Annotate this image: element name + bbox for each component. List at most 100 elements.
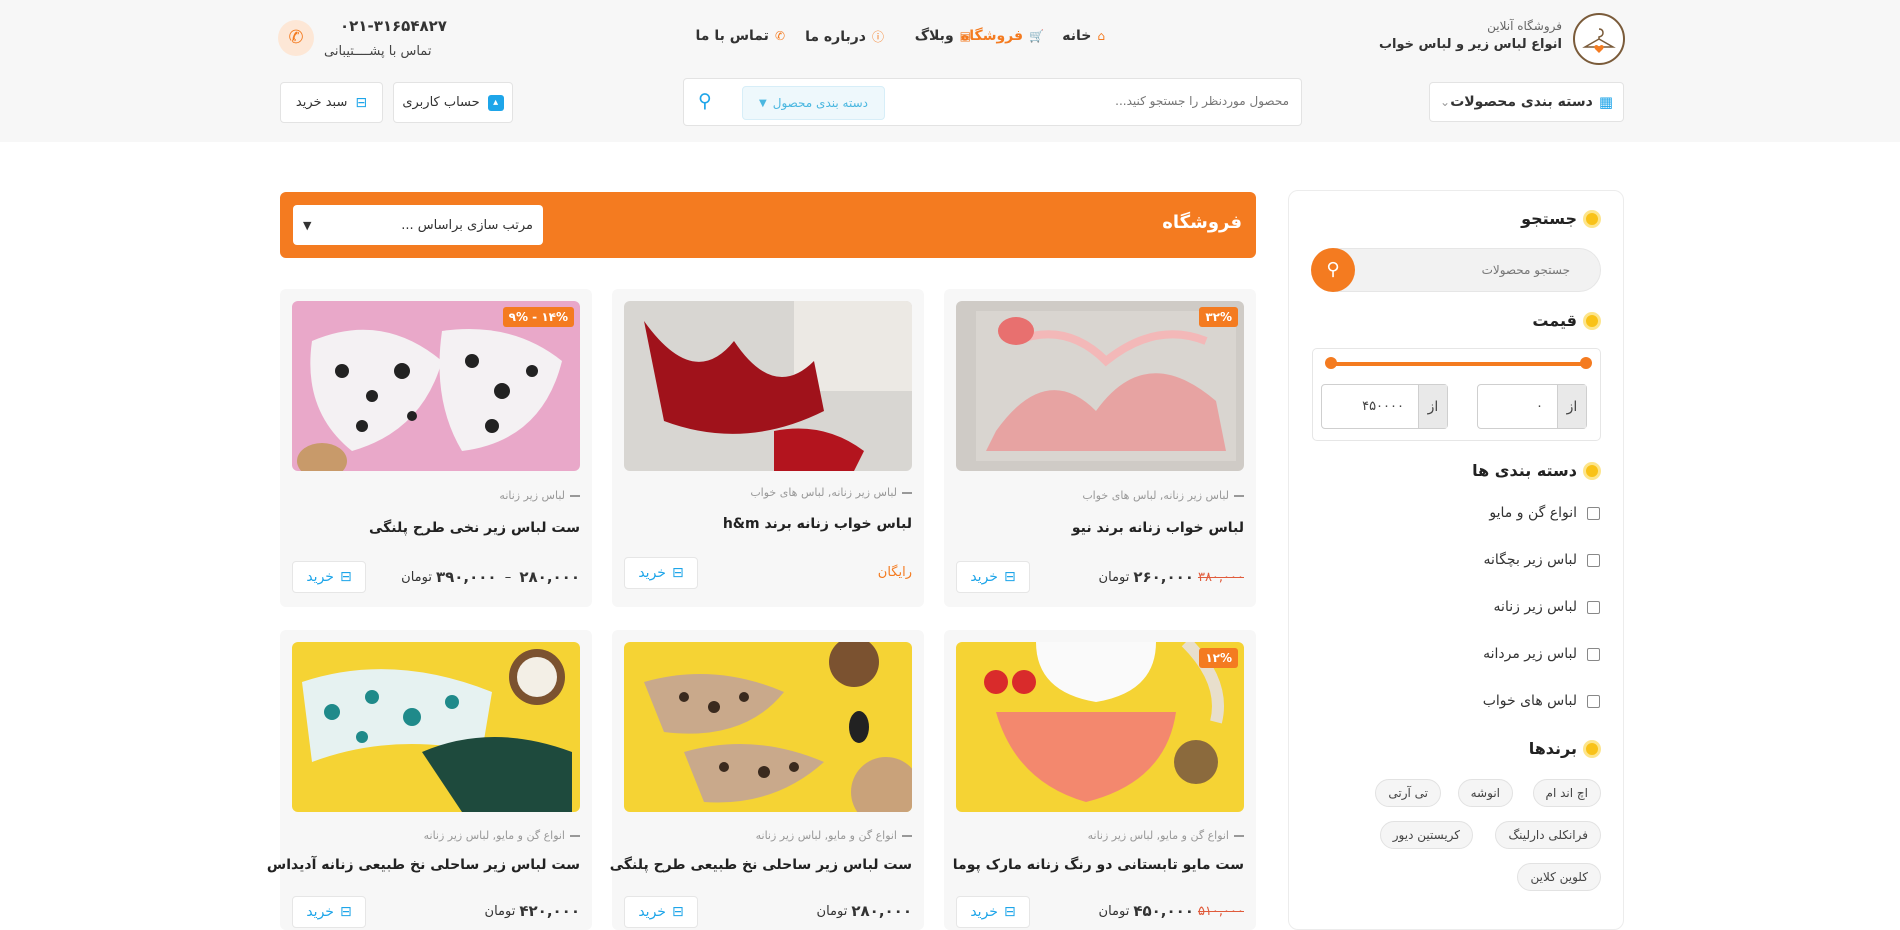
sort-select[interactable]: مرتب سازی براساس ... ▼ <box>293 205 543 245</box>
discount-badge: ۹% - ۱۴% <box>502 307 574 327</box>
basket-icon: ⊟ <box>339 904 352 920</box>
site-header: فروشگاه آنلاین انواع لباس زیر و لباس خوا… <box>0 0 1900 142</box>
shop-header-bar: فروشگاه مرتب سازی براساس ... ▼ <box>280 192 1256 258</box>
product-image[interactable]: ۳۲% <box>956 301 1244 471</box>
brand-tag[interactable]: کریستین دیور <box>1379 821 1473 849</box>
price-slider-max-handle[interactable] <box>1580 357 1592 369</box>
support-caption: تماس با پشــــتیبانی <box>324 44 432 59</box>
product-image[interactable]: ۱۲% <box>956 642 1244 812</box>
checkbox[interactable] <box>1587 553 1600 567</box>
product-category[interactable]: انواع گن و مایو, لباس زیر زنانه <box>424 829 580 842</box>
product-title[interactable]: ست لباس زیر نخی طرح پلنگی <box>369 520 580 536</box>
category-filter-item[interactable]: لباس زیر مردانه <box>1483 646 1600 662</box>
checkbox[interactable] <box>1587 694 1600 708</box>
price-min-input[interactable]: از ۰ <box>1477 384 1587 429</box>
nav-blog[interactable]: ▤ وبلاگ <box>915 28 971 44</box>
price-max-input[interactable]: از ۴۵۰۰۰۰ <box>1321 384 1448 429</box>
product-card[interactable]: ۱۲% انواع گن و مایو, لباس زیر زنانه ست م… <box>944 630 1256 930</box>
category-filter-item[interactable]: انواع گن و مایو <box>1489 505 1600 521</box>
red-lingerie-photo <box>624 301 912 471</box>
price-slider-min-handle[interactable] <box>1325 357 1337 369</box>
product-category[interactable]: لباس زیر زنانه, لباس های خواب <box>750 486 912 499</box>
buy-button[interactable]: ⊟ خرید <box>956 561 1030 593</box>
search-icon: ⚲ <box>1326 259 1340 280</box>
support-phone[interactable]: ۰۲۱-۳۱۶۵۴۸۲۷ <box>340 17 447 35</box>
grid-icon: ▦ <box>1598 93 1613 111</box>
search-widget-title: جستجو <box>1521 209 1601 228</box>
sun-icon <box>1583 311 1601 330</box>
category-filter-item[interactable]: لباس های خواب <box>1483 693 1600 709</box>
product-category[interactable]: لباس زیر زنانه, لباس های خواب <box>1082 489 1244 502</box>
product-title[interactable]: ست لباس زیر ساحلی نخ طبیعی طرح پلنگی <box>610 857 912 873</box>
product-price: ۲۸۰,۰۰۰ تومان <box>816 902 912 920</box>
buy-button[interactable]: ⊟ خرید <box>292 561 366 593</box>
product-title[interactable]: لباس خواب زنانه برند نیو <box>1072 520 1244 536</box>
buy-button[interactable]: ⊟ خرید <box>624 896 698 928</box>
brand-tag[interactable]: فرانکلی دارلینگ <box>1495 821 1601 849</box>
brands-widget-title: برندها <box>1529 739 1601 758</box>
sidebar-search-button[interactable]: ⚲ <box>1311 248 1355 292</box>
product-title[interactable]: ست مایو تابستانی دو رنگ زنانه مارک پوما <box>953 857 1244 873</box>
header-search-input[interactable] <box>989 94 1289 108</box>
brand-tag[interactable]: اچ اند ام <box>1532 779 1601 807</box>
categories-menu-button[interactable]: ▦ دسته بندی محصولات ⌄ <box>1429 82 1624 122</box>
product-price: ۴۲۰,۰۰۰ تومان <box>484 902 580 920</box>
buy-button[interactable]: ⊟ خرید <box>292 896 366 928</box>
cart-button[interactable]: ⊟ سبد خرید <box>280 82 383 123</box>
checkbox[interactable] <box>1587 506 1600 520</box>
product-title[interactable]: ست لباس زیر ساحلی نخ طبیعی زنانه آدیداس <box>267 857 580 873</box>
product-category[interactable]: انواع گن و مایو, لباس زیر زنانه <box>1088 829 1244 842</box>
price-slider-track[interactable] <box>1329 362 1586 366</box>
product-card[interactable]: ۹% - ۱۴% لباس زیر زنانه ست لباس زیر نخی … <box>280 289 592 607</box>
basket-icon: ⊟ <box>671 904 684 920</box>
price-widget-title: قیمت <box>1532 311 1601 330</box>
discount-badge: ۳۲% <box>1199 307 1238 327</box>
nav-about[interactable]: ⓘ درباره ما <box>805 28 884 45</box>
product-title[interactable]: لباس خواب زنانه برند h&m <box>723 516 912 532</box>
nav-home[interactable]: ⌂ خانه <box>1062 28 1105 44</box>
buy-button[interactable]: ⊟ خرید <box>624 557 698 589</box>
phone-icon: ✆ <box>774 29 785 43</box>
site-logo[interactable] <box>1573 13 1625 65</box>
header-search: دسته بندی محصول ▼ ⚲ <box>683 78 1302 126</box>
brand-tag[interactable]: انوشه <box>1457 779 1513 807</box>
product-card[interactable]: انواع گن و مایو, لباس زیر زنانه ست لباس … <box>267 630 592 930</box>
categories-widget-title: دسته بندی ها <box>1472 461 1601 480</box>
sun-icon <box>1583 461 1601 480</box>
phone-call-icon[interactable]: ✆ <box>278 20 314 56</box>
account-button[interactable]: ▴ حساب کاربری <box>393 82 513 123</box>
product-card[interactable]: انواع گن و مایو, لباس زیر زنانه ست لباس … <box>610 630 924 930</box>
product-category[interactable]: انواع گن و مایو, لباس زیر زنانه <box>756 829 912 842</box>
basket-icon: ⊟ <box>1003 569 1016 585</box>
brand-tag[interactable]: تی آرتی <box>1375 779 1441 807</box>
checkbox[interactable] <box>1587 600 1600 614</box>
checkbox[interactable] <box>1587 647 1600 661</box>
cart-icon: 🛒 <box>1029 29 1044 43</box>
product-category[interactable]: لباس زیر زنانه <box>499 489 580 502</box>
filter-sidebar: جستجو جستجو محصولات ⚲ قیمت از ۰ از ۴۵۰۰۰… <box>1288 190 1624 930</box>
product-image[interactable]: ۹% - ۱۴% <box>292 301 580 471</box>
search-category-select[interactable]: دسته بندی محصول ▼ <box>742 86 885 120</box>
nav-shop[interactable]: 🛒 فروشگاه <box>961 28 1044 44</box>
product-card[interactable]: لباس زیر زنانه, لباس های خواب لباس خواب … <box>612 289 924 607</box>
hanger-heart-icon <box>1582 28 1616 53</box>
nav-contact[interactable]: ✆ تماس با ما <box>696 28 785 44</box>
brand-tagline: فروشگاه آنلاین <box>1487 19 1562 33</box>
product-image[interactable] <box>624 301 912 471</box>
product-card[interactable]: ۳۲% لباس زیر زنانه, لباس های خواب لباس خ… <box>944 289 1256 607</box>
category-filter-item[interactable]: لباس زیر بچگانه <box>1484 552 1600 568</box>
product-price: ۵۱۰,۰۰۰ ۴۵۰,۰۰۰ تومان <box>1098 902 1244 920</box>
basket-icon: ⊟ <box>1003 904 1016 920</box>
product-image[interactable] <box>292 642 580 812</box>
discount-badge: ۱۲% <box>1199 648 1238 668</box>
old-price: ۳۸۰,۰۰۰ <box>1197 569 1244 585</box>
brand-tag[interactable]: کلوین کلاین <box>1517 863 1601 891</box>
sidebar-search-input[interactable]: جستجو محصولات <box>1312 248 1601 292</box>
brand-title: انواع لباس زیر و لباس خواب <box>1378 37 1562 52</box>
product-image[interactable] <box>624 642 912 812</box>
buy-button[interactable]: ⊟ خرید <box>956 896 1030 928</box>
category-filter-item[interactable]: لباس زیر زنانه <box>1494 599 1600 615</box>
basket-icon: ⊟ <box>339 569 352 585</box>
basket-icon: ⊟ <box>671 565 684 581</box>
search-icon[interactable]: ⚲ <box>698 90 712 112</box>
